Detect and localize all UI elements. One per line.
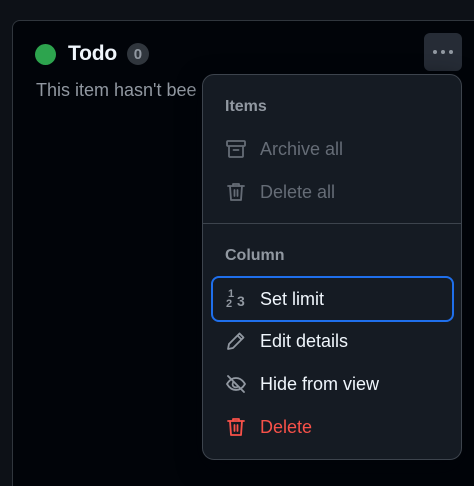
archive-icon bbox=[225, 138, 247, 160]
set-limit-menu-item[interactable]: 1 2 3 Set limit bbox=[211, 276, 454, 322]
delete-all-menu-item[interactable]: Delete all bbox=[211, 172, 454, 212]
status-dot-icon bbox=[35, 43, 56, 65]
archive-all-menu-item[interactable]: Archive all bbox=[211, 129, 454, 169]
delete-all-label: Delete all bbox=[260, 181, 336, 202]
edit-details-label: Edit details bbox=[260, 330, 349, 351]
archive-all-label: Archive all bbox=[260, 138, 344, 159]
trash-icon bbox=[225, 416, 247, 438]
kebab-dot bbox=[441, 50, 445, 54]
pencil-icon bbox=[225, 330, 247, 352]
delete-column-menu-item[interactable]: Delete bbox=[211, 407, 454, 447]
eye-closed-icon bbox=[225, 373, 247, 395]
menu-group-label-items: Items bbox=[225, 98, 267, 115]
set-limit-label: Set limit bbox=[260, 288, 325, 309]
column-description: This item hasn't bee bbox=[36, 80, 197, 100]
menu-group-label-column: Column bbox=[225, 247, 285, 264]
column-actions-menu: Items Archive all Delete all Column 1 2 … bbox=[202, 74, 462, 460]
edit-details-menu-item[interactable]: Edit details bbox=[211, 321, 454, 361]
number-icon: 1 2 3 bbox=[225, 288, 247, 310]
project-board: Todo 0 This item hasn't bee Items Archiv… bbox=[0, 0, 474, 486]
column-more-options-button[interactable] bbox=[424, 33, 462, 71]
hide-from-view-label: Hide from view bbox=[260, 373, 380, 394]
kebab-horizontal-icon bbox=[433, 50, 437, 54]
column-title: Todo bbox=[68, 42, 117, 65]
number-glyph: 1 2 3 bbox=[226, 288, 245, 310]
kebab-dot bbox=[449, 50, 453, 54]
delete-column-label: Delete bbox=[260, 416, 313, 437]
menu-divider bbox=[203, 223, 461, 224]
item-count-badge: 0 bbox=[126, 43, 149, 65]
trash-icon bbox=[225, 181, 247, 203]
hide-from-view-menu-item[interactable]: Hide from view bbox=[211, 364, 454, 404]
column-header: Todo 0 bbox=[35, 42, 149, 66]
